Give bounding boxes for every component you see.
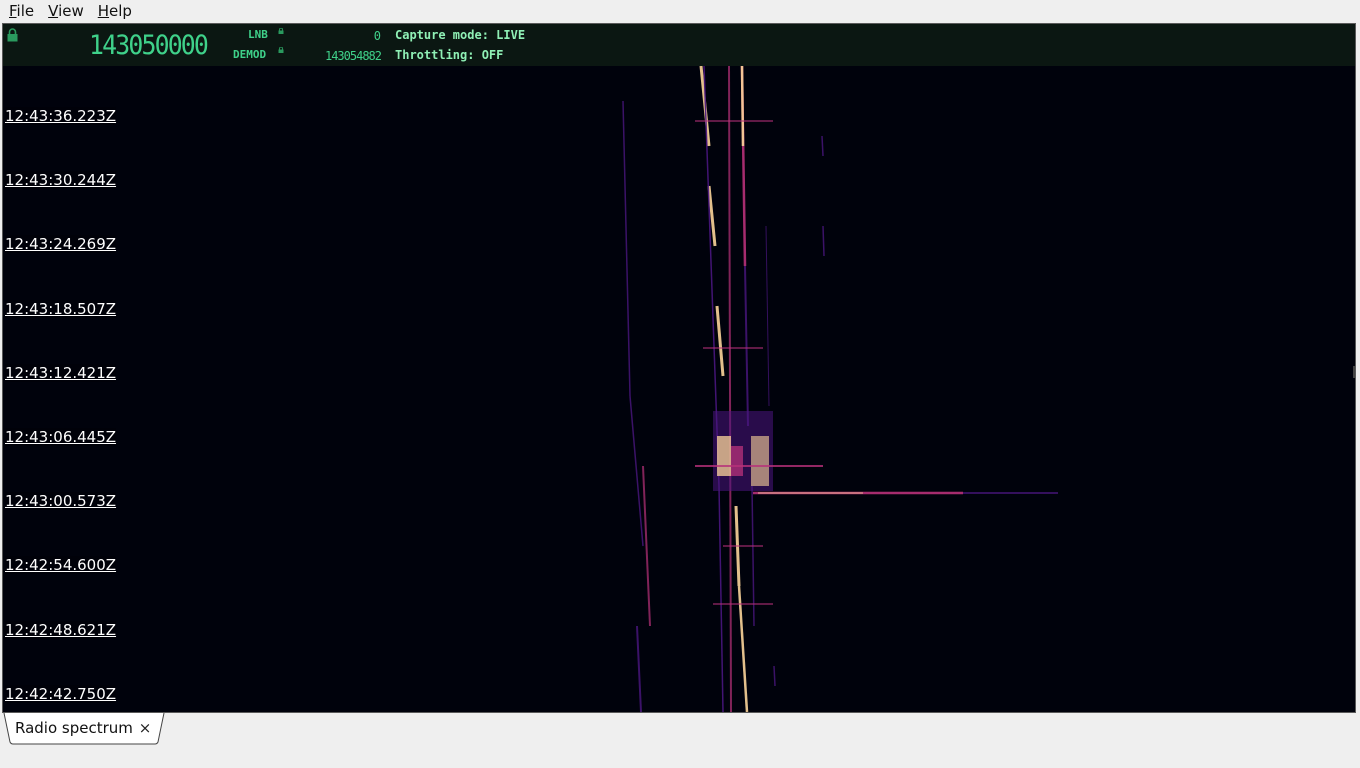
signal-burst (731, 446, 743, 476)
tab-label: Radio spectrum (15, 719, 133, 737)
signal-trace (821, 135, 824, 157)
timestamp-label: 12:43:24.269Z (5, 235, 117, 254)
timestamp-label: 12:42:42.750Z (5, 684, 117, 703)
timestamp-label: 12:43:06.445Z (5, 428, 117, 446)
waterfall-canvas (3, 66, 1355, 712)
demod-label: DEMOD (233, 48, 267, 61)
throttling-status: Throttling: OFF (395, 48, 504, 62)
frequency-header: 143050000 LNB 0 DEMOD 143054882 Capture … (3, 24, 1355, 66)
resize-handle[interactable] (1353, 366, 1355, 378)
menu-view[interactable]: View (43, 0, 89, 22)
timestamp-label: 12:43:30.244Z (5, 171, 117, 190)
lnb-lock-icon[interactable] (278, 28, 284, 34)
demod-lock-icon[interactable] (278, 47, 284, 53)
timestamp-label: 12:42:48.621Z (5, 620, 117, 639)
capture-mode-status: Capture mode: LIVE (395, 28, 526, 42)
close-icon[interactable]: × (137, 718, 153, 738)
menu-file[interactable]: File (4, 0, 39, 22)
spectrum-panel: 143050000 LNB 0 DEMOD 143054882 Capture … (2, 23, 1356, 713)
lnb-label: LNB (248, 28, 268, 41)
signal-trace (773, 665, 776, 687)
signal-burst (751, 436, 769, 486)
timestamp-label: 12:43:00.573Z (5, 492, 117, 511)
menubar: File View Help (0, 0, 1360, 22)
lock-icon[interactable] (7, 28, 18, 42)
timestamp-label: 12:43:36.223Z (5, 107, 117, 125)
signal-trace (822, 225, 825, 257)
signal-burst (717, 436, 731, 476)
waterfall-display[interactable]: 12:43:36.223Z 12:43:30.244Z 12:43:24.269Z 1… (3, 66, 1355, 712)
timestamp-label: 12:43:18.507Z (5, 299, 117, 318)
tab-bar: Radio spectrum × (0, 713, 1360, 768)
tab-radio-spectrum[interactable]: Radio spectrum × (3, 713, 165, 745)
menu-help[interactable]: Help (93, 0, 137, 22)
timestamp-label: 12:43:12.421Z (5, 363, 117, 382)
lnb-value[interactable]: 0 (303, 29, 381, 43)
signal-trace (740, 66, 745, 147)
demod-frequency-value[interactable]: 143054882 (303, 49, 382, 63)
center-frequency-display[interactable]: 143050000 (89, 31, 209, 61)
timestamp-label: 12:42:54.600Z (5, 556, 117, 575)
